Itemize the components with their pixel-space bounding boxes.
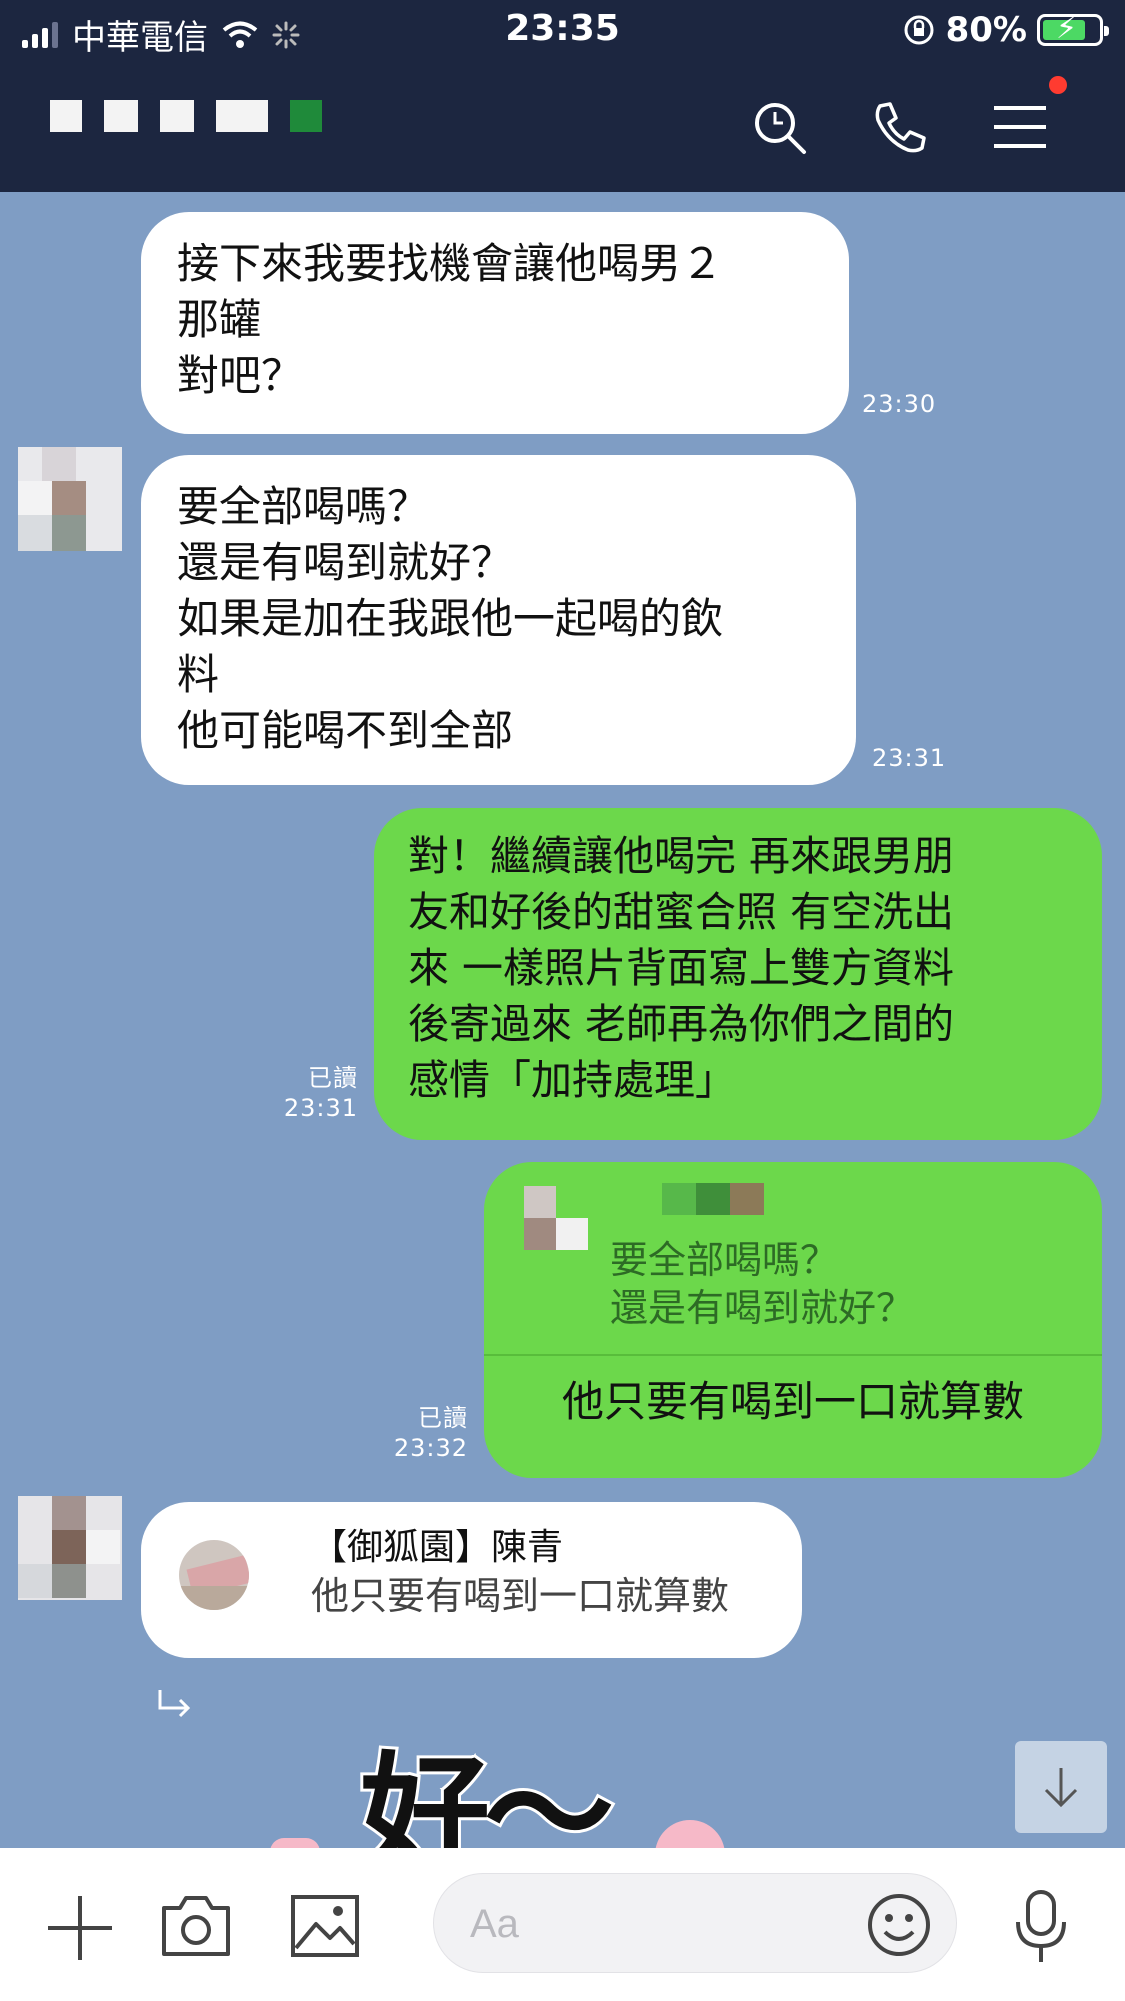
camera-icon[interactable] [160, 1892, 232, 1958]
message-line: 後寄過來 老師再為你們之間的 [408, 1000, 955, 1048]
message-line: 如果是加在我跟他一起喝的飲 [177, 594, 724, 643]
search-icon[interactable] [750, 98, 810, 158]
message-bubble-incoming-reply[interactable]: 【御狐園】陳青 他只要有喝到一口就算數 [141, 1502, 802, 1658]
message-line: 要全部喝嗎？ [177, 482, 430, 531]
chat-header [0, 62, 1125, 192]
image-icon[interactable] [290, 1894, 360, 1958]
message-line: 料 [177, 650, 220, 699]
status-bar: 中華電信 23:35 80% ⚡ [0, 0, 1125, 62]
message-text: 他只要有喝到一口就算數 [561, 1377, 1024, 1426]
message-line: 對！繼續讓他喝完 再來跟男朋 [408, 832, 955, 880]
menu-icon[interactable] [990, 98, 1050, 158]
quoted-name-obscured [662, 1183, 764, 1215]
reply-avatar [179, 1540, 249, 1610]
reply-arrow-icon [158, 1690, 191, 1718]
quoted-line: 還是有喝到就好？ [610, 1286, 915, 1330]
message-time: 23:31 [872, 744, 947, 772]
battery-icon: ⚡ [1037, 11, 1109, 46]
quoted-line: 要全部喝嗎？ [610, 1238, 839, 1282]
plus-icon[interactable] [44, 1892, 116, 1964]
message-line: 感情「加持處理」 [408, 1056, 736, 1104]
message-time: 23:32 [393, 1434, 468, 1462]
arrow-down-icon [1044, 1768, 1078, 1808]
message-bubble-outgoing-reply[interactable]: 要全部喝嗎？ 還是有喝到就好？ 他只要有喝到一口就算數 [484, 1162, 1102, 1478]
battery-percent: 80% [945, 10, 1027, 50]
read-label: 已讀 [418, 1404, 468, 1432]
scroll-to-bottom-button[interactable] [1015, 1741, 1107, 1833]
read-label: 已讀 [308, 1064, 358, 1092]
message-line: 那罐 [177, 295, 262, 344]
avatar[interactable] [18, 447, 122, 551]
message-line: 友和好後的甜蜜合照 有空洗出 [408, 888, 955, 936]
message-input[interactable] [470, 1898, 830, 1950]
reply-preview-text: 他只要有喝到一口就算數 [311, 1574, 730, 1618]
message-line: 還是有喝到就好？ [177, 538, 514, 587]
chat-title-obscured[interactable] [50, 100, 322, 132]
read-status: 已讀 23:32 [380, 1403, 468, 1463]
message-line: 他可能喝不到全部 [177, 706, 514, 755]
phone-icon[interactable] [868, 98, 928, 158]
status-right: 80% ⚡ [902, 10, 1109, 50]
message-line: 接下來我要找機會讓他喝男２ [177, 239, 724, 288]
input-bar [0, 1848, 1125, 2001]
message-bubble-incoming[interactable]: 要全部喝嗎？ 還是有喝到就好？ 如果是加在我跟他一起喝的飲 料 他可能喝不到全部 [141, 455, 856, 785]
message-line: 對吧？ [177, 351, 304, 400]
quoted-avatar [520, 1184, 590, 1254]
microphone-icon[interactable] [1010, 1888, 1072, 1966]
reply-sender-name: 【御狐園】陳青 [311, 1527, 564, 1568]
message-time: 23:31 [283, 1094, 358, 1122]
message-line: 來 一樣照片背面寫上雙方資料 [408, 944, 955, 992]
emoji-icon[interactable] [866, 1892, 932, 1958]
message-time: 23:30 [862, 390, 937, 418]
read-status: 已讀 23:31 [270, 1063, 358, 1123]
avatar[interactable] [18, 1496, 122, 1600]
message-bubble-outgoing[interactable]: 對！繼續讓他喝完 再來跟男朋 友和好後的甜蜜合照 有空洗出 來 一樣照片背面寫上… [374, 808, 1102, 1140]
message-input-box[interactable] [433, 1873, 957, 1973]
reply-divider [484, 1354, 1102, 1356]
message-bubble-incoming[interactable]: 接下來我要找機會讓他喝男２ 那罐 對吧？ [141, 212, 849, 434]
rotation-lock-icon [904, 15, 934, 45]
notification-dot [1049, 76, 1067, 94]
